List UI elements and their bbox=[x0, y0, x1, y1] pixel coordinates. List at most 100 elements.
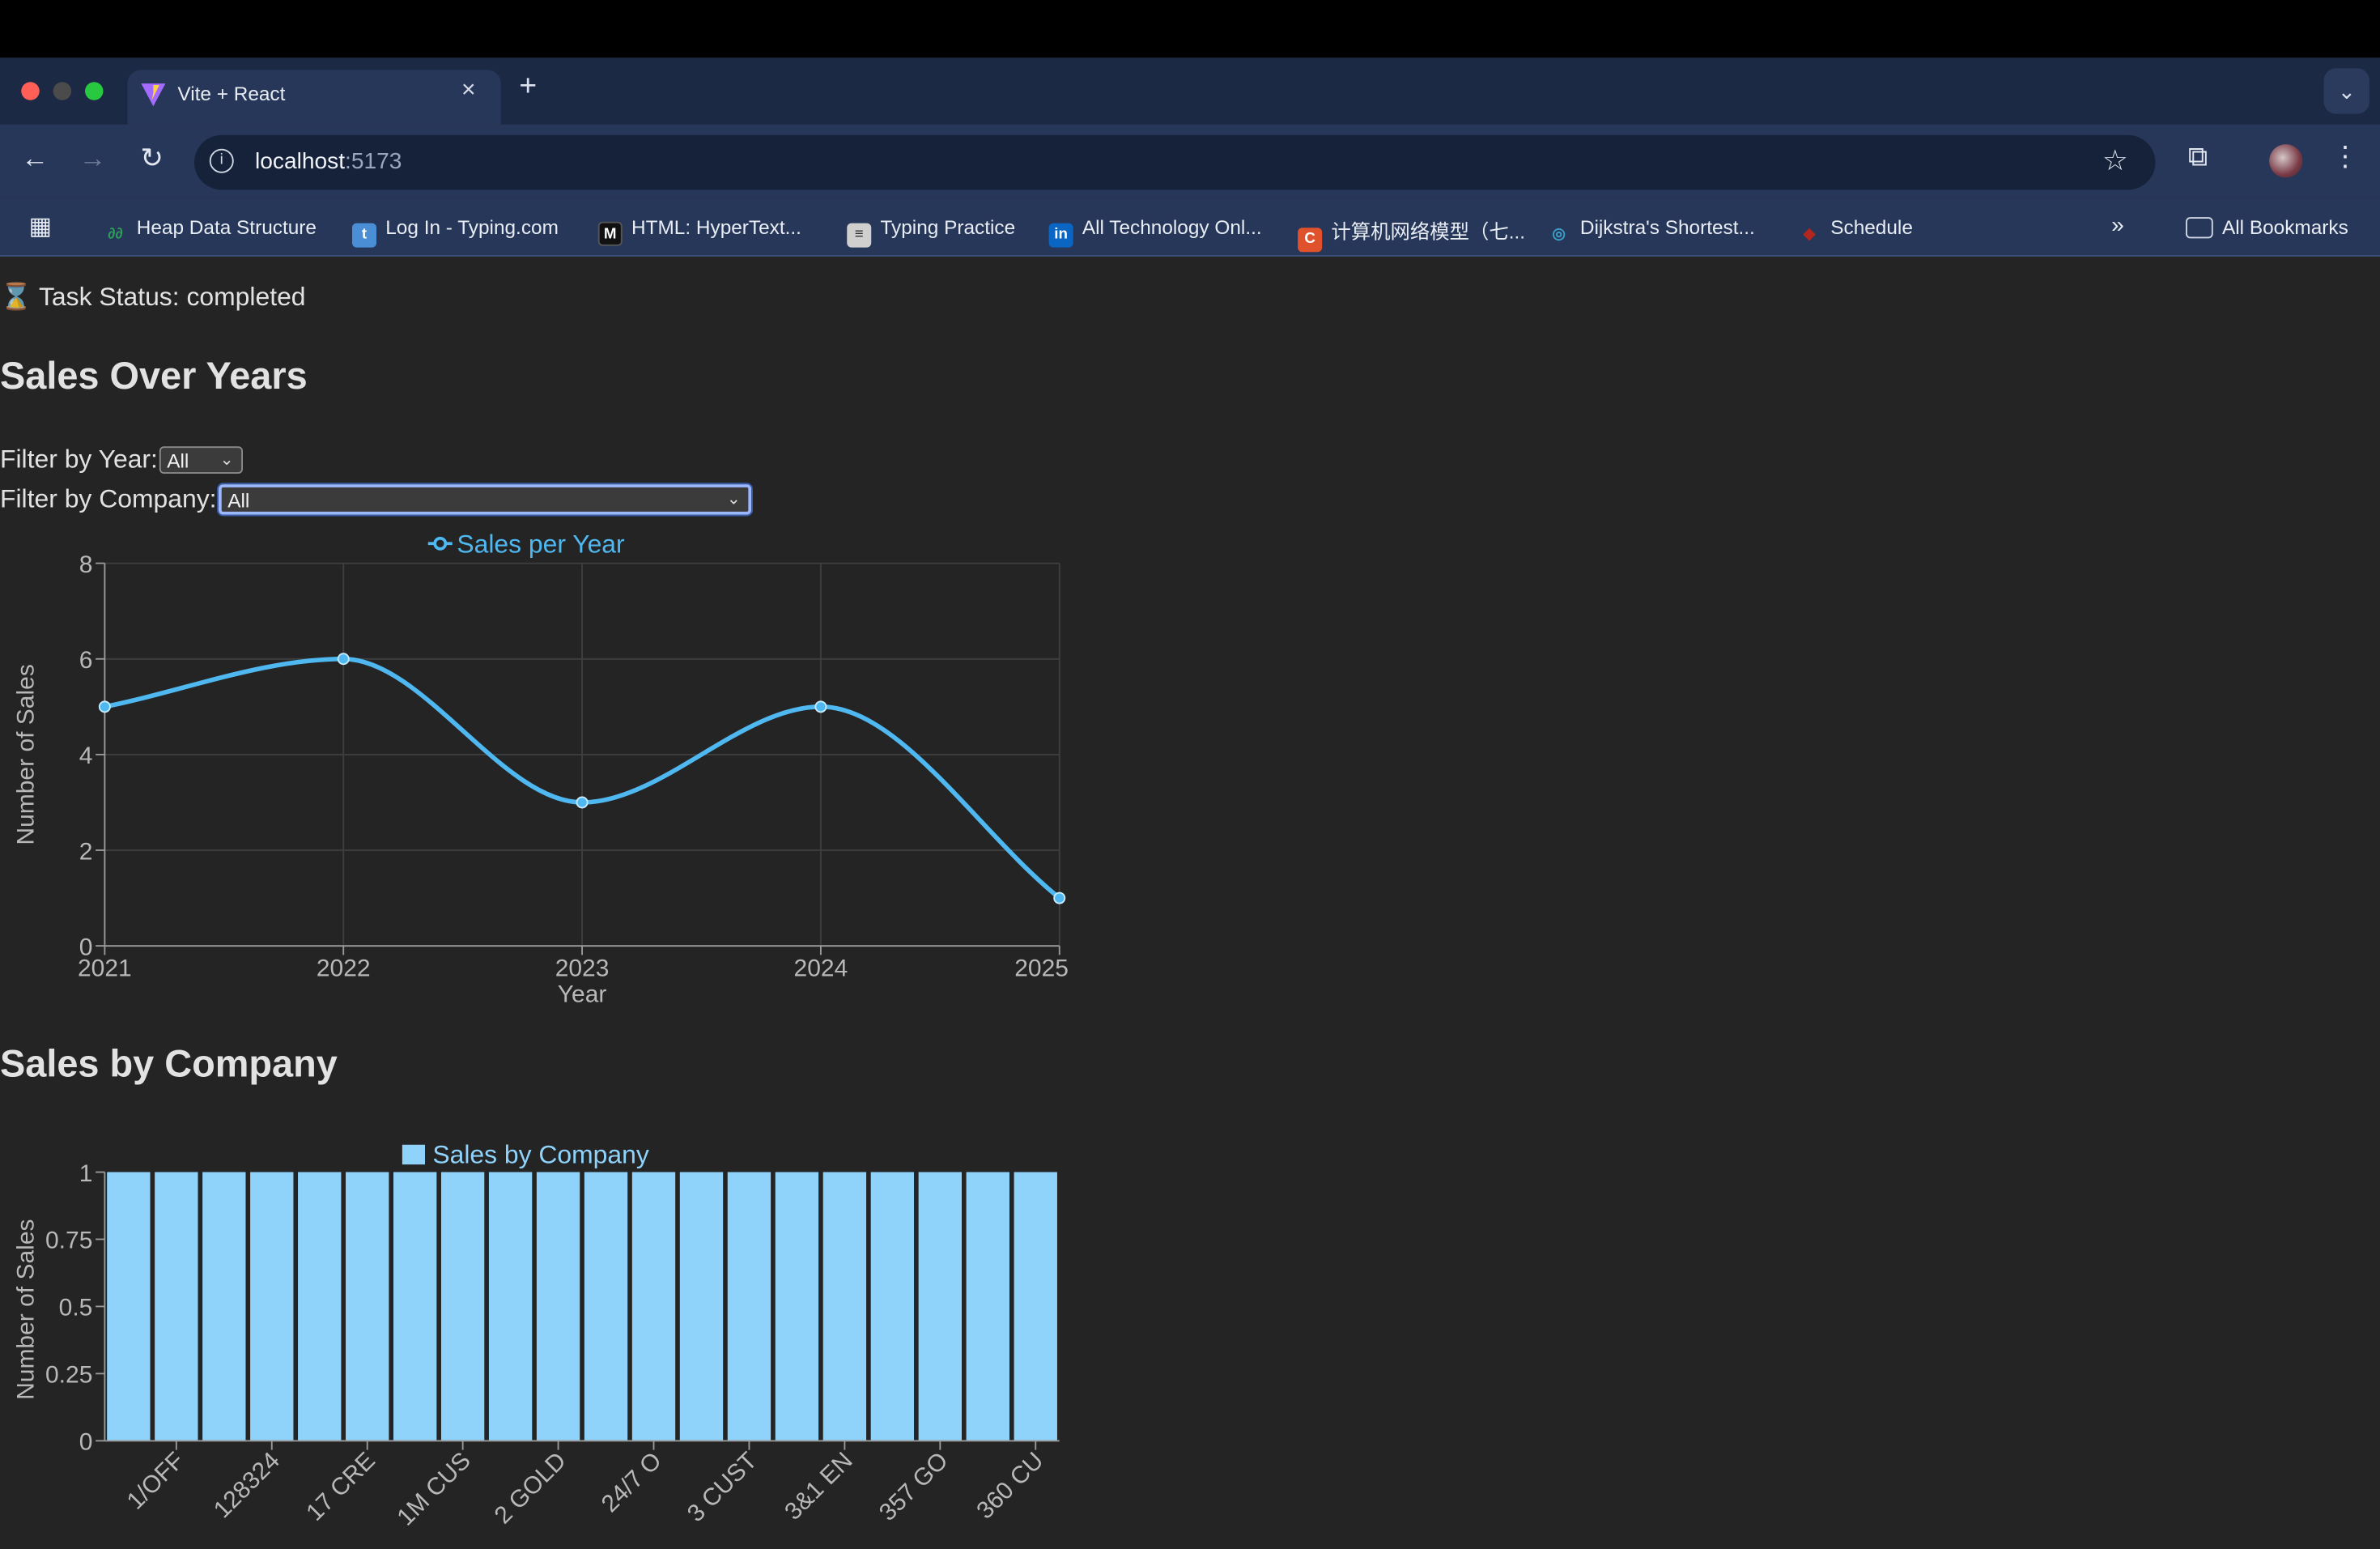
maximize-window-button[interactable] bbox=[85, 82, 104, 100]
y-tick-label: 8 bbox=[79, 551, 93, 578]
data-point bbox=[1053, 892, 1066, 904]
dijkstra-favicon-icon: ◎ bbox=[1552, 226, 1566, 243]
bookmark-heap[interactable]: ∂∂ Heap Data Structure bbox=[104, 215, 317, 247]
bar bbox=[250, 1172, 294, 1441]
address-bar[interactable]: i localhost:5173 ☆ bbox=[194, 134, 2156, 190]
bookmark-typing-practice[interactable]: ≡ Typing Practice bbox=[847, 215, 1015, 248]
bar bbox=[202, 1172, 246, 1441]
y-tick-label: 4 bbox=[79, 743, 93, 769]
x-tick-label: 2021 bbox=[78, 955, 132, 982]
bar-chart-heading: Sales by Company bbox=[0, 1043, 338, 1086]
bar bbox=[1014, 1172, 1057, 1441]
hourglass-icon: ⌛ bbox=[0, 282, 32, 312]
new-tab-icon[interactable]: + bbox=[519, 70, 537, 104]
x-tick-label: 357 GO bbox=[874, 1447, 954, 1526]
bar bbox=[727, 1172, 771, 1441]
tab-title: Vite + React bbox=[177, 82, 286, 105]
y-axis-title: Number of Sales bbox=[12, 1219, 39, 1399]
browser-menu-icon[interactable]: ⋮ bbox=[2331, 141, 2359, 172]
bar bbox=[870, 1172, 915, 1441]
close-tab-icon[interactable]: × bbox=[461, 78, 476, 105]
x-tick-label: 2024 bbox=[794, 955, 848, 982]
heap-favicon-icon: ∂∂ bbox=[108, 226, 123, 243]
x-tick-label: 2025 bbox=[1014, 955, 1069, 982]
browser-tab-active[interactable]: Vite + React × bbox=[127, 70, 501, 125]
x-tick-label: 360 CU bbox=[971, 1447, 1048, 1524]
forward-arrow-icon[interactable]: → bbox=[74, 143, 111, 174]
x-tick-label: 24/7 O bbox=[597, 1447, 667, 1517]
chevron-down-icon: ⌄ bbox=[219, 450, 234, 470]
legend-swatch bbox=[402, 1144, 425, 1165]
y-tick-label: 1 bbox=[79, 1160, 93, 1187]
bookmark-linkedin[interactable]: in All Technology Onl... bbox=[1048, 215, 1262, 248]
extensions-puzzle-icon[interactable]: ⧉ bbox=[2181, 141, 2214, 174]
linkedin-favicon-icon: in bbox=[1048, 223, 1073, 248]
x-tick-label: 3 CUST bbox=[682, 1447, 763, 1527]
filter-company-select[interactable]: All ⌄ bbox=[217, 483, 753, 517]
y-axis-title: Number of Sales bbox=[12, 664, 39, 845]
legend-label: Sales per Year bbox=[457, 530, 625, 559]
filter-company-label: Filter by Company: bbox=[0, 484, 217, 513]
line-chart-heading: Sales Over Years bbox=[0, 355, 308, 398]
y-tick-label: 2 bbox=[79, 838, 93, 865]
filter-year-select[interactable]: All ⌄ bbox=[159, 446, 243, 474]
bar bbox=[966, 1172, 1009, 1441]
legend-label: Sales by Company bbox=[432, 1139, 648, 1168]
bookmark-schedule[interactable]: ◆ Schedule bbox=[1797, 215, 1913, 247]
data-point bbox=[337, 653, 350, 666]
bar bbox=[631, 1172, 676, 1441]
bookmark-mdn[interactable]: M HTML: HyperText... bbox=[597, 215, 801, 246]
data-point bbox=[576, 796, 589, 809]
apps-grid-icon[interactable]: ▦ bbox=[29, 211, 52, 242]
legend-marker bbox=[433, 536, 448, 551]
x-axis-title: Year bbox=[558, 981, 607, 1008]
bookmark-star-icon[interactable]: ☆ bbox=[2102, 144, 2128, 179]
bookmark-csdn[interactable]: C 计算机网络模型（七... bbox=[1298, 215, 1525, 253]
bar bbox=[346, 1172, 389, 1441]
sales-per-year-line-chart: 024682021 2022 2023 2024 2025YearNumber of S… bbox=[12, 530, 1069, 1008]
vite-favicon-icon bbox=[141, 83, 166, 107]
minimize-window-button[interactable] bbox=[53, 82, 72, 100]
back-arrow-icon[interactable]: ← bbox=[17, 143, 53, 174]
y-tick-label: 6 bbox=[79, 647, 93, 674]
page-content: ⌛ Task Status: completed Sales Over Year… bbox=[0, 257, 2380, 1549]
x-tick-label: 128324 bbox=[209, 1447, 285, 1523]
url-text[interactable]: localhost:5173 bbox=[255, 149, 402, 175]
reload-icon[interactable]: ↻ bbox=[134, 143, 170, 174]
os-menu-bar bbox=[0, 0, 2380, 58]
bookmark-dijkstra[interactable]: ◎ Dijkstra's Shortest... bbox=[1547, 215, 1754, 247]
bar bbox=[440, 1172, 485, 1441]
bar bbox=[393, 1172, 437, 1441]
y-tick-label: 0.25 bbox=[45, 1362, 92, 1389]
bar bbox=[298, 1172, 342, 1441]
x-tick-label: 3&1 EN bbox=[780, 1447, 857, 1525]
y-tick-label: 0.5 bbox=[59, 1295, 93, 1321]
x-tick-label: 1M CUS bbox=[392, 1447, 475, 1530]
all-bookmarks-folder[interactable]: All Bookmarks bbox=[2186, 215, 2348, 239]
csdn-favicon-icon: C bbox=[1298, 228, 1323, 253]
sales-by-company-bar-chart: 0 0.25 0.5 0.75 1 1/OFF 128324 17 CRE 1M CUS 2 GO… bbox=[12, 1139, 1060, 1531]
bar bbox=[107, 1172, 151, 1441]
close-window-button[interactable] bbox=[21, 82, 40, 100]
data-point bbox=[814, 700, 827, 713]
bar bbox=[536, 1172, 580, 1441]
bookmark-typing[interactable]: t Log In - Typing.com bbox=[352, 215, 559, 248]
task-status: ⌛ Task Status: completed bbox=[0, 282, 306, 312]
bar bbox=[679, 1172, 724, 1441]
schedule-favicon-icon: ◆ bbox=[1803, 226, 1816, 243]
bar bbox=[488, 1172, 533, 1441]
chevron-down-icon: ⌄ bbox=[726, 490, 741, 509]
x-tick-label: 2022 bbox=[317, 955, 371, 982]
data-point bbox=[98, 700, 111, 713]
site-info-icon[interactable]: i bbox=[209, 148, 234, 173]
filter-year-label: Filter by Year: bbox=[0, 445, 158, 474]
profile-avatar[interactable] bbox=[2269, 144, 2303, 178]
mdn-favicon-icon: M bbox=[597, 221, 623, 246]
bar bbox=[918, 1172, 963, 1441]
typing-practice-favicon-icon: ≡ bbox=[847, 223, 872, 248]
tab-search-chevron-icon[interactable]: ⌄ bbox=[2323, 68, 2369, 114]
more-bookmarks-chevron-icon[interactable]: » bbox=[2111, 213, 2124, 239]
typing-favicon-icon: t bbox=[352, 223, 376, 248]
x-tick-label: 2 GOLD bbox=[490, 1447, 572, 1529]
y-tick-label: 0.75 bbox=[45, 1228, 92, 1254]
